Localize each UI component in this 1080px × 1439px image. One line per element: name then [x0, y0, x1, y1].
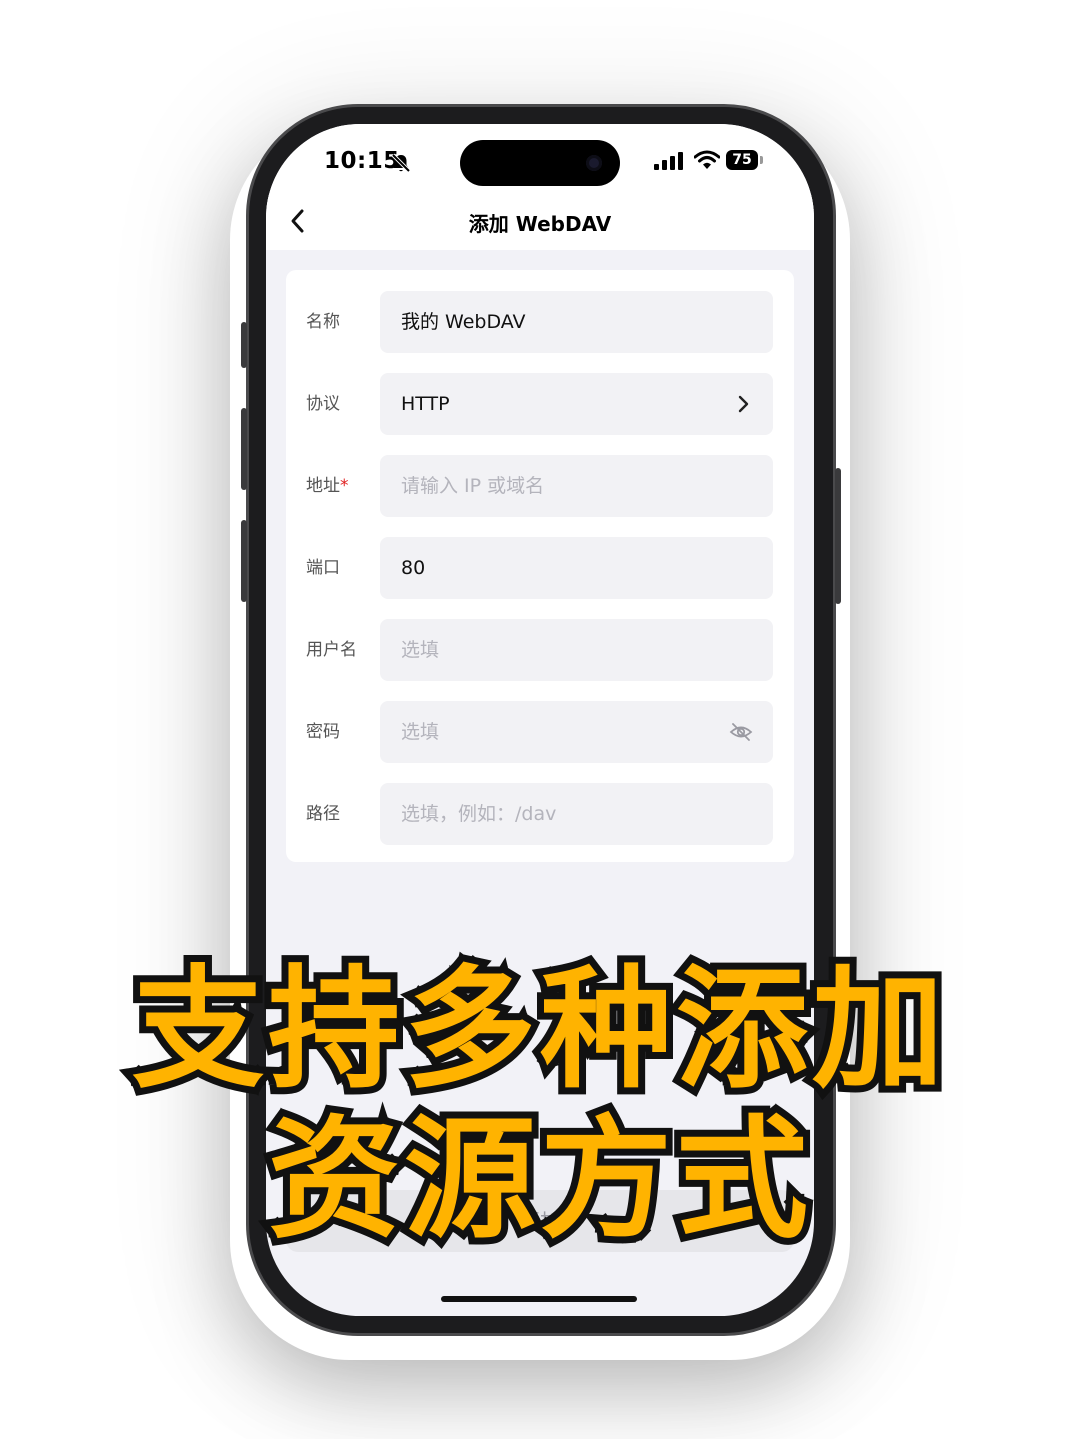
- form-row-name: 名称 我的 WebDAV: [286, 291, 794, 353]
- webdav-form: 名称 我的 WebDAV 协议 HTTP 地址* 请输入 IP 或域名 端口 8…: [286, 270, 794, 862]
- protocol-value: HTTP: [401, 393, 450, 415]
- dynamic-island: [460, 140, 620, 186]
- camera-icon: [586, 155, 602, 171]
- form-row-protocol: 协议 HTTP: [286, 373, 794, 435]
- bell-muted-icon: [391, 153, 411, 173]
- address-input[interactable]: 请输入 IP 或域名: [380, 455, 773, 517]
- name-label: 名称: [306, 312, 340, 332]
- username-placeholder: 选填: [401, 639, 440, 661]
- username-label: 用户名: [306, 640, 357, 660]
- wifi-icon: [694, 150, 720, 169]
- caption-line-2: 资源方式: [261, 1098, 815, 1262]
- required-mark: *: [340, 476, 349, 496]
- address-label: 地址*: [306, 455, 349, 517]
- address-placeholder: 请输入 IP 或域名: [401, 475, 545, 497]
- port-value: 80: [401, 557, 426, 579]
- address-label-text: 地址: [306, 476, 340, 496]
- port-label: 端口: [306, 558, 340, 578]
- form-row-password: 密码 选填: [286, 701, 794, 763]
- password-input[interactable]: 选填: [380, 701, 773, 763]
- signal-icon: [654, 152, 683, 170]
- battery-level: 75: [726, 150, 758, 170]
- form-row-path: 路径 选填，例如：/dav: [286, 783, 794, 845]
- volume-up-button: [241, 408, 247, 490]
- path-input[interactable]: 选填，例如：/dav: [380, 783, 773, 845]
- protocol-select[interactable]: HTTP: [380, 373, 773, 435]
- form-row-username: 用户名 选填: [286, 619, 794, 681]
- caption-line-1: 支持多种添加: [125, 948, 951, 1112]
- home-indicator: [441, 1296, 637, 1302]
- status-time: 10:15: [324, 148, 400, 174]
- password-label: 密码: [306, 722, 340, 742]
- path-placeholder: 选填，例如：/dav: [401, 803, 557, 825]
- protocol-label: 协议: [306, 394, 340, 414]
- navigation-bar: 添加 WebDAV: [266, 194, 814, 250]
- page-title: 添加 WebDAV: [468, 212, 612, 236]
- form-row-port: 端口 80: [286, 537, 794, 599]
- port-input[interactable]: 80: [380, 537, 773, 599]
- eye-off-icon[interactable]: [729, 720, 753, 744]
- username-input[interactable]: 选填: [380, 619, 773, 681]
- password-placeholder: 选填: [401, 721, 440, 743]
- name-input[interactable]: 我的 WebDAV: [380, 291, 773, 353]
- chevron-right-icon: [738, 395, 749, 413]
- form-row-address: 地址* 请输入 IP 或域名: [286, 455, 794, 517]
- battery-tip: [760, 156, 763, 164]
- name-value: 我的 WebDAV: [401, 311, 526, 333]
- action-button: [241, 322, 247, 368]
- power-button: [835, 468, 841, 604]
- volume-down-button: [241, 520, 247, 602]
- battery-icon: 75: [726, 150, 764, 170]
- path-label: 路径: [306, 804, 340, 824]
